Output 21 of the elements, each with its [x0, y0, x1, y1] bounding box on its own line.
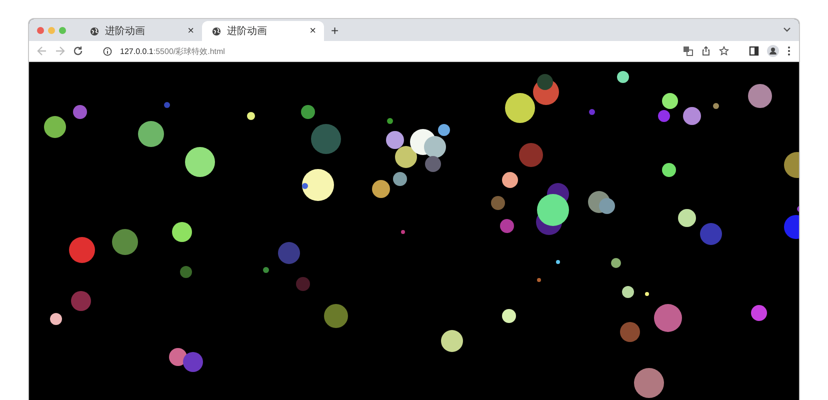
globe-icon	[90, 26, 99, 36]
browser-tab[interactable]: 进阶动画 ×	[80, 21, 202, 41]
reload-icon[interactable]	[73, 46, 83, 56]
close-tab-button[interactable]: ×	[186, 25, 196, 37]
tab-title: 进阶动画	[227, 24, 268, 38]
share-icon[interactable]	[701, 46, 711, 56]
translate-icon[interactable]	[683, 46, 693, 56]
chevron-down-icon[interactable]	[783, 27, 791, 33]
url-text: 127.0.0.1:5500/彩球特效.html	[120, 46, 225, 56]
close-tab-button[interactable]: ×	[308, 25, 318, 37]
globe-icon	[212, 26, 221, 36]
close-window-icon[interactable]	[37, 26, 44, 34]
menu-icon[interactable]	[787, 46, 791, 56]
star-icon[interactable]	[719, 46, 729, 56]
browser-tab[interactable]: 进阶动画 ×	[202, 21, 324, 41]
new-tab-button[interactable]: +	[328, 24, 342, 38]
tab-title: 进阶动画	[105, 24, 146, 38]
address-bar[interactable]: 127.0.0.1:5500/彩球特效.html	[95, 43, 737, 59]
side-panel-icon[interactable]	[749, 46, 759, 56]
info-icon[interactable]	[103, 46, 112, 56]
profile-icon[interactable]	[767, 45, 779, 57]
